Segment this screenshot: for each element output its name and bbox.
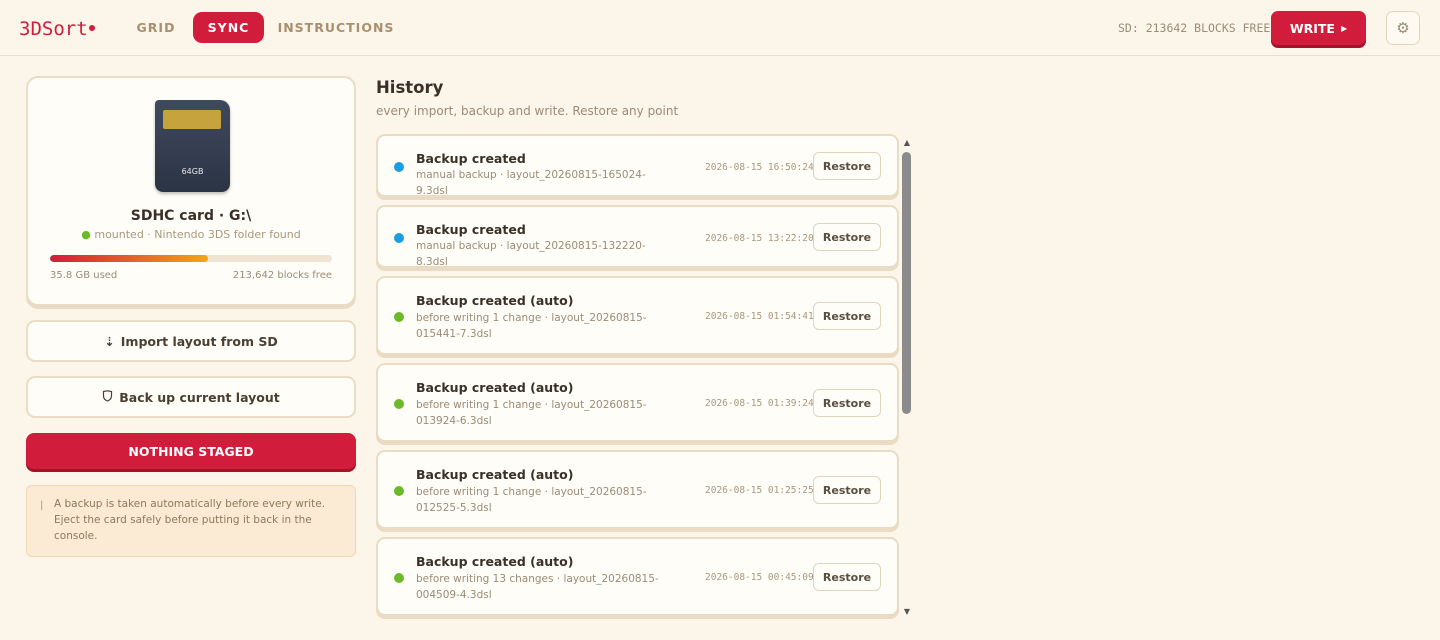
status-dot-icon: [394, 486, 404, 496]
restore-button[interactable]: Restore: [813, 389, 881, 417]
scroll-thumb[interactable]: [902, 152, 911, 414]
history-item: Backup created manual backup · layout_20…: [376, 134, 899, 197]
history-item-detail: before writing 13 changes · layout_20260…: [416, 573, 659, 601]
history-item-time: 2026-08-15 01:25:25: [705, 485, 814, 496]
import-layout-button[interactable]: ⇣ Import layout from SD: [26, 320, 356, 362]
history-item: Backup created (auto) before writing 1 c…: [376, 450, 899, 529]
nothing-staged-button[interactable]: NOTHING STAGED: [26, 433, 356, 469]
note-text: A backup is taken automatically before e…: [54, 498, 326, 542]
tab-grid[interactable]: GRID: [124, 12, 188, 43]
usage-bar: [50, 255, 332, 262]
history-item-time: 2026-08-15 13:22:20: [705, 233, 814, 244]
logo-dot: [89, 25, 95, 31]
restore-button[interactable]: Restore: [813, 223, 881, 251]
status-dot-icon: [394, 312, 404, 322]
backup-layout-button[interactable]: Back up current layout: [26, 376, 356, 418]
backup-note: | A backup is taken automatically before…: [26, 485, 356, 557]
status-dot-icon: [394, 162, 404, 172]
history-item-time: 2026-08-15 00:45:09: [705, 572, 814, 583]
restore-button[interactable]: Restore: [813, 302, 881, 330]
status-dot-icon: [394, 233, 404, 243]
gear-icon: ⚙: [1396, 19, 1410, 37]
history-item: Backup created (auto) before writing 1 c…: [376, 363, 899, 442]
download-arrow-icon: ⇣: [104, 333, 115, 349]
history-item-detail: before writing 1 change · layout_2026081…: [416, 399, 647, 427]
restore-button[interactable]: Restore: [813, 563, 881, 591]
usage-bar-fill: [50, 255, 208, 262]
history-item-name: Backup created: [416, 151, 526, 166]
history-item-detail: before writing 1 change · layout_2026081…: [416, 486, 647, 514]
history-item-detail: manual backup · layout_20260815-132220-8…: [416, 240, 646, 268]
top-bar: 3DSort GRID SYNC INSTRUCTIONS SD: 213642…: [0, 0, 1440, 56]
history-scrollbar[interactable]: ▲ ▼: [900, 136, 914, 619]
restore-button[interactable]: Restore: [813, 476, 881, 504]
history-item-time: 2026-08-15 16:50:24: [705, 162, 814, 173]
play-triangle-icon: ▶: [1340, 23, 1348, 33]
card-status-text: mounted · Nintendo 3DS folder found: [94, 228, 301, 241]
write-label: WRITE: [1289, 20, 1335, 36]
usage-used: 35.8 GB used: [50, 270, 118, 281]
import-layout-label: Import layout from SD: [120, 333, 278, 349]
sd-card-panel: 64GB SDHC card · G:\ ● mounted · Nintend…: [26, 76, 356, 306]
scroll-up-icon[interactable]: ▲: [902, 138, 912, 148]
card-status: ● mounted · Nintendo 3DS folder found: [28, 228, 354, 241]
history-item-time: 2026-08-15 01:54:41: [705, 311, 814, 322]
status-dot-icon: [394, 573, 404, 583]
write-button[interactable]: WRITE ▶: [1271, 11, 1366, 45]
scroll-down-icon[interactable]: ▼: [902, 607, 912, 617]
history-item-name: Backup created (auto): [416, 293, 574, 308]
note-bar-icon: |: [40, 500, 44, 511]
history-item-name: Backup created (auto): [416, 380, 574, 395]
sd-card-contacts: [163, 110, 221, 129]
settings-button[interactable]: ⚙: [1386, 11, 1420, 45]
history-item-name: Backup created (auto): [416, 554, 574, 569]
backup-layout-label: Back up current layout: [119, 389, 280, 405]
history-item-detail: before writing 1 change · layout_2026081…: [416, 312, 647, 340]
history-title: History: [376, 78, 444, 97]
restore-button[interactable]: Restore: [813, 152, 881, 180]
app-logo[interactable]: 3DSort: [19, 18, 88, 40]
mounted-dot-icon: ●: [81, 228, 91, 241]
tab-instructions[interactable]: INSTRUCTIONS: [272, 12, 400, 43]
usage-free: 213,642 blocks free: [232, 270, 332, 281]
history-item-name: Backup created: [416, 222, 526, 237]
history-list[interactable]: Backup created manual backup · layout_20…: [376, 134, 914, 620]
shield-icon: [102, 389, 113, 405]
history-item-time: 2026-08-15 01:39:24: [705, 398, 814, 409]
sd-card-icon: 64GB: [155, 100, 230, 192]
status-dot-icon: [394, 399, 404, 409]
history-item: Backup created manual backup · layout_20…: [376, 205, 899, 268]
history-item: Backup created (auto) before writing 1 c…: [376, 276, 899, 355]
tab-sync[interactable]: SYNC: [193, 12, 264, 43]
history-subtitle: every import, backup and write. Restore …: [376, 104, 679, 118]
sd-card-size: 64GB: [181, 167, 204, 176]
sd-free-status: SD: 213642 BLOCKS FREE: [1118, 21, 1271, 35]
history-item-name: Backup created (auto): [416, 467, 574, 482]
card-title: SDHC card · G:\: [130, 208, 252, 224]
history-item: Backup created (auto) before writing 13 …: [376, 537, 899, 616]
history-item-detail: manual backup · layout_20260815-165024-9…: [416, 169, 646, 197]
